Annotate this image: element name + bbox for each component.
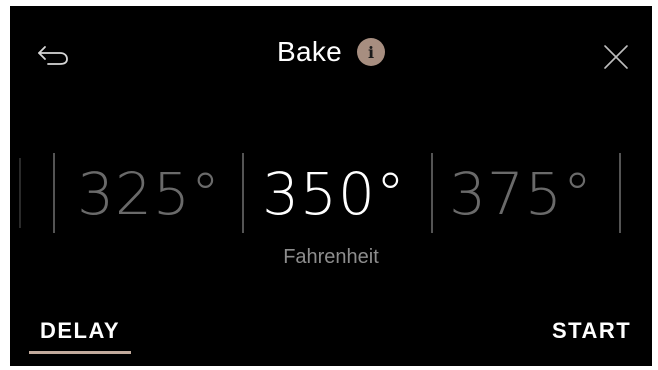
temperature-option-next[interactable]: 375° [431,154,611,234]
close-button[interactable] [601,42,631,72]
info-button[interactable]: i [357,38,386,66]
start-button[interactable]: START [552,318,631,344]
delay-underline [29,351,131,354]
temperature-selected[interactable]: 350° [244,154,424,234]
close-icon [604,45,628,69]
header: Bake i [10,36,652,68]
temperature-unit: Fahrenheit [283,246,379,268]
oven-screen: Bake i 325° 350° 375° Fahrenheit DELAY S… [10,6,652,366]
delay-button[interactable]: DELAY [29,318,131,344]
temperature-option-previous[interactable]: 325° [59,154,239,234]
picker-divider [619,153,621,233]
picker-divider [53,153,55,233]
picker-divider [19,158,21,228]
page-title: Bake [276,36,343,67]
info-icon: i [367,42,375,62]
